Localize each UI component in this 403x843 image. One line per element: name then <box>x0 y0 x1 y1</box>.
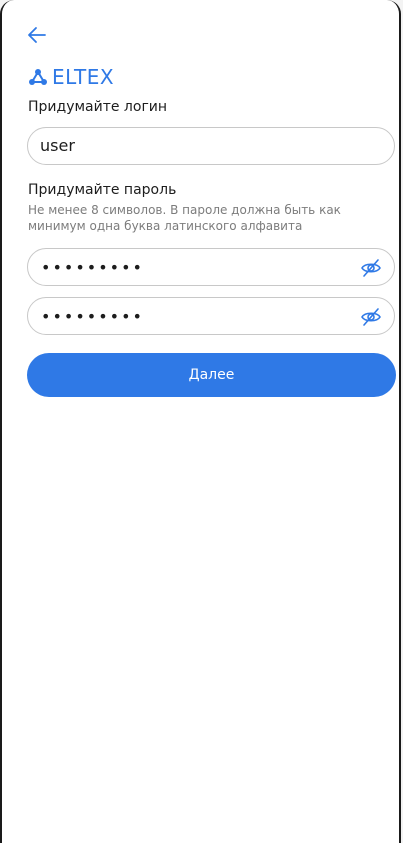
eltex-logo: ELTEX <box>28 65 115 89</box>
password-label: Придумайте пароль <box>28 182 177 198</box>
login-field[interactable]: user <box>27 127 395 165</box>
eye-off-icon[interactable] <box>360 257 382 279</box>
arrow-left-icon[interactable] <box>26 24 48 46</box>
login-label: Придумайте логин <box>28 99 168 115</box>
eltex-logo-mark-icon <box>29 69 47 85</box>
next-button[interactable]: Далее <box>27 353 396 397</box>
confirm-password-field[interactable]: ••••••••• <box>27 297 395 335</box>
confirm-password-value: ••••••••• <box>41 307 144 326</box>
password-value: ••••••••• <box>41 258 144 277</box>
eltex-logo-text: ELTEX <box>52 65 115 89</box>
password-field[interactable]: ••••••••• <box>27 248 395 286</box>
login-value: user <box>40 136 75 155</box>
app-screen: ELTEX Придумайте логин user Придумайте п… <box>0 0 401 843</box>
password-hint: Не менее 8 символов. В пароле должна быт… <box>28 203 341 233</box>
eye-off-icon[interactable] <box>360 306 382 328</box>
